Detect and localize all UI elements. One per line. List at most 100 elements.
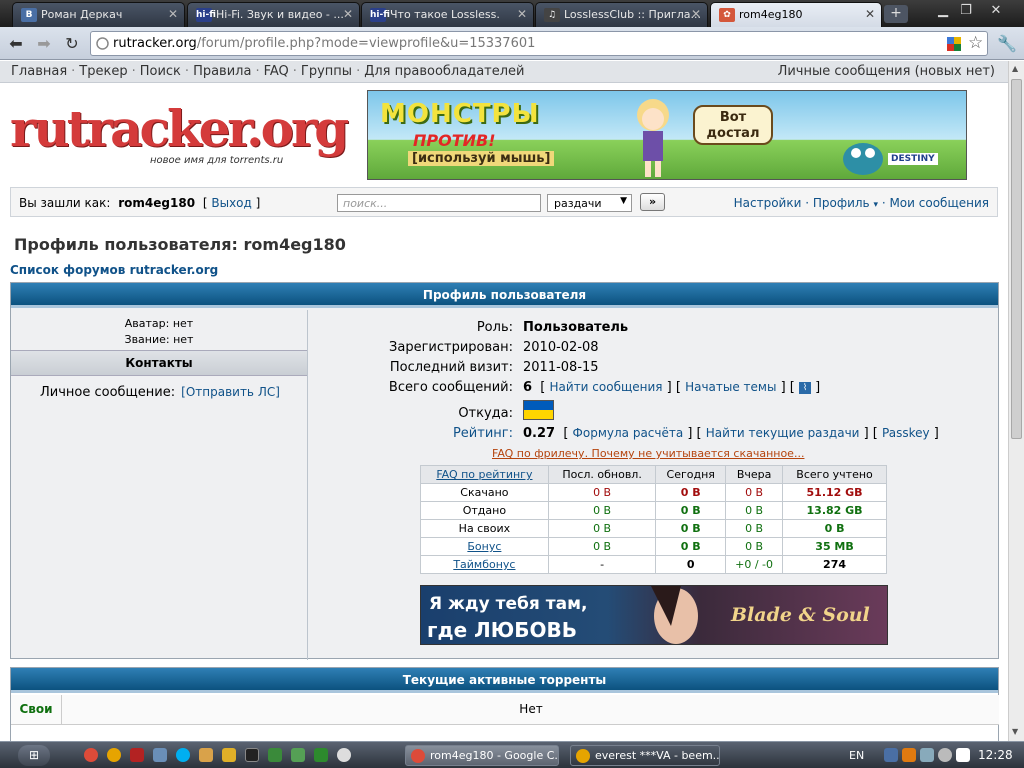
search-scope-select[interactable]: раздачи ▼ bbox=[547, 194, 632, 212]
tab-label: Hi-Fi. Звук и видео - ... bbox=[216, 8, 344, 21]
timebonus-link[interactable]: Таймбонус bbox=[453, 558, 515, 571]
find-posts-link[interactable]: Найти сообщения bbox=[550, 380, 663, 394]
app-icon[interactable] bbox=[222, 748, 236, 762]
wrench-icon[interactable]: 🔧 bbox=[996, 33, 1018, 55]
monster-image bbox=[843, 143, 883, 175]
profile-link[interactable]: Профиль bbox=[813, 196, 870, 210]
tab-hifi[interactable]: hi-fi Hi-Fi. Звук и видео - ... ✕ bbox=[187, 2, 360, 27]
search-go-button[interactable]: » bbox=[640, 193, 665, 211]
close-icon[interactable]: ✕ bbox=[168, 7, 178, 21]
url-text: rutracker.org/forum/profile.php?mode=vie… bbox=[113, 36, 536, 51]
rating-link[interactable]: Рейтинг: bbox=[453, 426, 513, 441]
start-button[interactable]: ⊞ bbox=[18, 745, 50, 766]
ad-banner-monsters[interactable]: МОНСТРЫ ПРОТИВ! [используй мышь] Вот дос… bbox=[367, 90, 967, 180]
aimp-icon[interactable] bbox=[107, 748, 121, 762]
nav-home[interactable]: Главная bbox=[11, 64, 67, 79]
nav-search[interactable]: Поиск bbox=[140, 64, 181, 79]
opera-icon[interactable] bbox=[130, 748, 144, 762]
vk-icon: В bbox=[21, 8, 37, 22]
registered-value: 2010-02-08 bbox=[523, 340, 599, 355]
scroll-down-icon[interactable]: ▼ bbox=[1012, 727, 1018, 736]
close-icon[interactable]: ✕ bbox=[343, 7, 353, 21]
table-row: Отдано 0 B 0 B 0 B 13.82 GB bbox=[420, 501, 887, 520]
ad-banner-blade-soul[interactable]: Я жду тебя там, где ЛЮБОВЬ Blade & Soul bbox=[420, 585, 888, 645]
app-icon[interactable] bbox=[153, 748, 167, 762]
tray-icon[interactable] bbox=[902, 748, 916, 762]
table-row: Скачано 0 B 0 B 0 B 51.12 GB bbox=[420, 483, 887, 502]
tab-vk[interactable]: В Роман Деркач ✕ bbox=[12, 2, 185, 27]
logout-link[interactable]: Выход bbox=[211, 196, 251, 210]
own-label: Свои bbox=[11, 695, 62, 725]
contacts-header: Контакты bbox=[11, 350, 307, 376]
tab-rutracker-active[interactable]: ✿ rom4eg180 ✕ bbox=[710, 2, 882, 27]
forum-list-link[interactable]: Список форумов rutracker.org bbox=[10, 263, 218, 277]
app-icon[interactable] bbox=[291, 748, 305, 762]
browser-toolbar: ⬅ ➡ ↻ rutracker.org/forum/profile.php?mo… bbox=[0, 27, 1024, 60]
site-logo[interactable]: rutracker.org новое имя для torrents.ru bbox=[10, 101, 349, 171]
language-indicator[interactable]: EN bbox=[849, 749, 864, 762]
posts-count: 6 bbox=[523, 380, 533, 395]
settings-link[interactable]: Настройки bbox=[734, 196, 802, 210]
tab-losslessclub[interactable]: ♫ LosslessClub :: Пригла... ✕ bbox=[535, 2, 708, 27]
scroll-up-icon[interactable]: ▲ bbox=[1012, 64, 1018, 73]
find-current-link[interactable]: Найти текущие раздачи bbox=[706, 426, 860, 440]
nav-groups[interactable]: Группы bbox=[301, 64, 352, 79]
private-messages-link[interactable]: Личные сообщения (новых нет) bbox=[778, 64, 995, 79]
chrome-icon[interactable] bbox=[84, 748, 98, 762]
close-icon[interactable]: ✕ bbox=[691, 7, 701, 21]
scroll-thumb[interactable] bbox=[1011, 79, 1022, 439]
app-icon[interactable] bbox=[314, 748, 328, 762]
avatar: Аватар: нет bbox=[124, 317, 194, 330]
browser-tab-bar: В Роман Деркач ✕ hi-fi Hi-Fi. Звук и вид… bbox=[0, 0, 1024, 27]
rank: Звание: нет bbox=[124, 333, 194, 346]
back-icon[interactable]: ⬅ bbox=[5, 33, 27, 55]
faq-freeleech-link[interactable]: FAQ по фрилечу. Почему не учитывается ск… bbox=[492, 447, 804, 460]
task-aimp[interactable]: everest ***VA - beem... bbox=[570, 745, 720, 766]
vertical-scrollbar[interactable]: ▲ ▼ bbox=[1008, 61, 1024, 741]
cartoon-girl-image bbox=[637, 99, 669, 177]
rss-icon[interactable]: ⌇ bbox=[799, 381, 812, 394]
nav-rightholders[interactable]: Для правообладателей bbox=[364, 64, 524, 79]
folder-icon[interactable] bbox=[199, 748, 213, 762]
started-topics-link[interactable]: Начатые темы bbox=[685, 380, 776, 394]
bonus-link[interactable]: Бонус bbox=[467, 540, 501, 553]
faq-rating-link[interactable]: FAQ по рейтингу bbox=[436, 468, 532, 481]
tray-icon[interactable] bbox=[884, 748, 898, 762]
profile-left-column: Аватар: нет Звание: нет Контакты Личное … bbox=[11, 310, 308, 660]
tray-icon[interactable] bbox=[920, 748, 934, 762]
my-messages-link[interactable]: Мои сообщения bbox=[889, 196, 989, 210]
nav-rules[interactable]: Правила bbox=[193, 64, 251, 79]
table-row: Свои Нет bbox=[11, 695, 999, 725]
profile-header: Профиль пользователя bbox=[11, 283, 998, 308]
search-input[interactable]: поиск... bbox=[337, 194, 541, 212]
send-pm-link[interactable]: [Отправить ЛС] bbox=[175, 385, 280, 399]
pm-row: Личное сообщение: [Отправить ЛС] bbox=[40, 385, 280, 400]
forward-icon[interactable]: ➡ bbox=[33, 33, 55, 55]
user-bar: Вы зашли как: rom4eg180 [ Выход ] поиск.… bbox=[10, 187, 998, 217]
terminal-icon[interactable] bbox=[245, 748, 259, 762]
app-icon[interactable] bbox=[337, 748, 351, 762]
address-bar[interactable]: rutracker.org/forum/profile.php?mode=vie… bbox=[90, 31, 988, 56]
reload-icon[interactable]: ↻ bbox=[61, 33, 83, 55]
new-tab-button[interactable]: + bbox=[884, 5, 908, 23]
table-row: Бонус 0 B 0 B 0 B 35 MB bbox=[420, 537, 887, 556]
close-icon[interactable]: ✕ bbox=[865, 7, 875, 21]
own-value: Нет bbox=[519, 702, 543, 716]
profile-menu-icon[interactable]: ▾ bbox=[873, 200, 878, 210]
task-chrome[interactable]: rom4eg180 - Google C... bbox=[405, 745, 559, 766]
volume-icon[interactable] bbox=[938, 748, 952, 762]
passkey-link[interactable]: Passkey bbox=[882, 426, 930, 440]
extension-icon[interactable] bbox=[947, 37, 961, 51]
restore-icon[interactable]: ❐ bbox=[955, 2, 977, 20]
window-close-icon[interactable]: ✕ bbox=[985, 2, 1007, 20]
tray-icon[interactable] bbox=[956, 748, 970, 762]
formula-link[interactable]: Формула расчёта bbox=[573, 426, 684, 440]
bookmark-star-icon[interactable]: ☆ bbox=[968, 33, 983, 53]
nav-tracker[interactable]: Трекер bbox=[79, 64, 127, 79]
utorrent-icon[interactable] bbox=[268, 748, 282, 762]
nav-faq[interactable]: FAQ bbox=[264, 64, 289, 79]
close-icon[interactable]: ✕ bbox=[517, 7, 527, 21]
minimize-icon[interactable]: ▁ bbox=[932, 2, 954, 20]
tab-lossless[interactable]: hi-fi Что такое Lossless. ✕ bbox=[361, 2, 534, 27]
skype-icon[interactable] bbox=[176, 748, 190, 762]
